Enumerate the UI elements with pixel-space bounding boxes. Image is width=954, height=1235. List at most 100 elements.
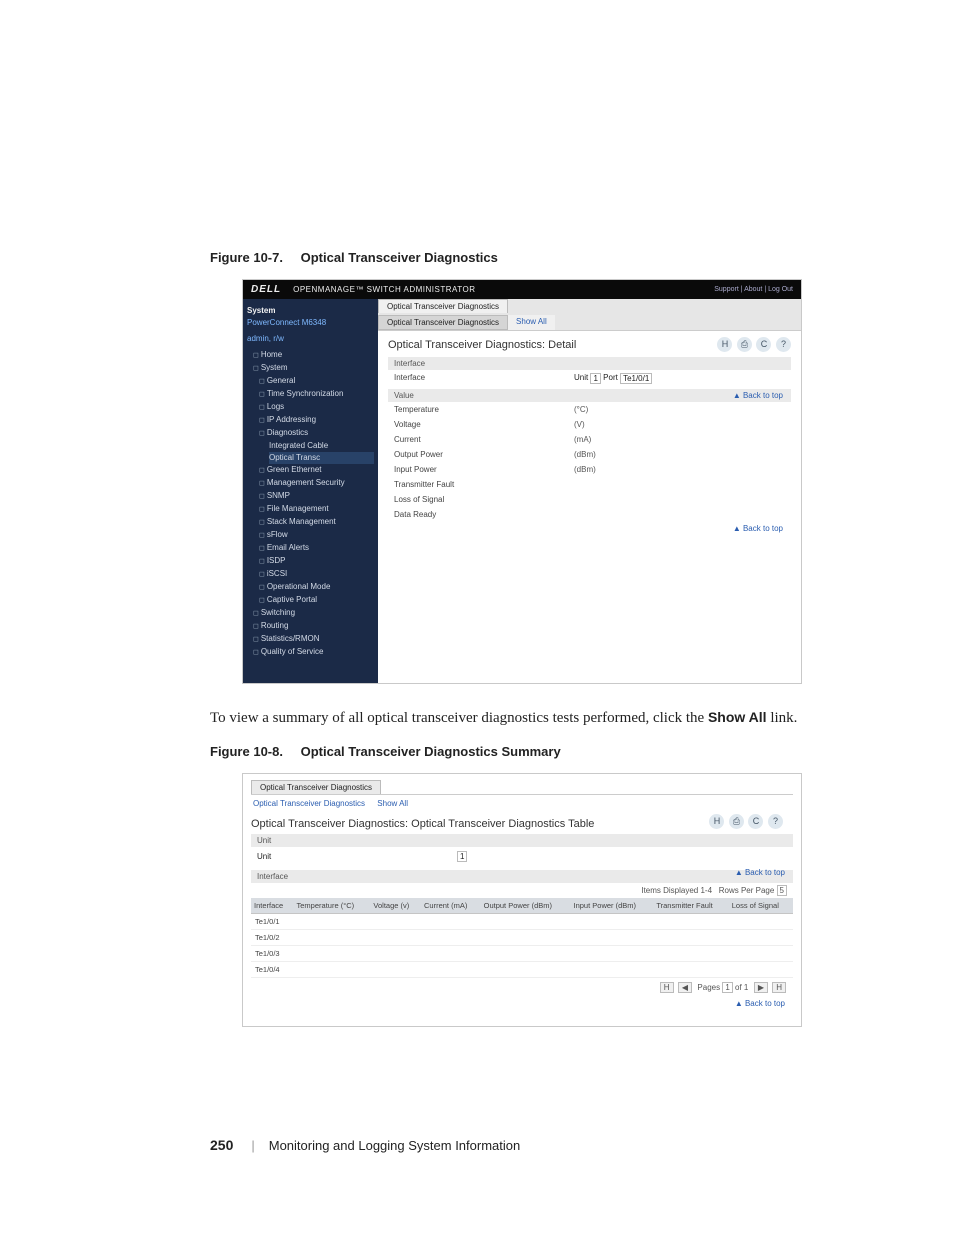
help-icon[interactable]: ? [776,337,791,352]
table-row: Te1/0/2 [251,930,793,946]
save-icon[interactable]: H [709,814,724,829]
pager: H ◀ Pages 1 of 1 ▶ H [251,978,793,997]
fig2-number: Figure 10-8. [210,744,283,759]
nav-diagnostics[interactable]: Diagnostics [259,427,374,440]
refresh-icon[interactable]: C [756,337,771,352]
outpwr-unit: (dBm) [574,450,596,459]
ss2-tabbar: Optical Transceiver Diagnostics [251,780,793,795]
nav-ip[interactable]: IP Addressing [259,414,374,427]
nav-stack-mgmt[interactable]: Stack Management [259,516,374,529]
th-los[interactable]: Loss of Signal [729,898,793,914]
nav-time-sync[interactable]: Time Synchronization [259,388,374,401]
nav-routing[interactable]: Routing [253,620,374,633]
nav-sflow[interactable]: sFlow [259,529,374,542]
nav-integrated-cable[interactable]: Integrated Cable [269,440,374,452]
diagnostics-table: Interface Temperature (°C) Voltage (v) C… [251,898,793,978]
nav-mgmt-sec[interactable]: Management Security [259,477,374,490]
nav-system-title: System [247,305,374,317]
port-select[interactable]: Te1/0/1 [620,373,652,384]
ss2-rows-select[interactable]: 5 [777,885,787,896]
pager-next-icon[interactable]: ▶ [754,982,768,993]
nav-iscsi[interactable]: iSCSI [259,568,374,581]
pager-first-icon[interactable]: H [660,982,674,993]
ss2-unit-row: Unit 1 [251,847,793,866]
voltage-unit: (V) [574,420,585,429]
page-body: Figure 10-7. Optical Transceiver Diagnos… [0,0,954,1233]
help-icon[interactable]: ? [768,814,783,829]
table-row: Te1/0/1 [251,914,793,930]
th-txfault[interactable]: Transmitter Fault [653,898,728,914]
th-outpwr[interactable]: Output Power (dBm) [481,898,571,914]
figure-10-7-caption: Figure 10-7. Optical Transceiver Diagnos… [210,250,834,265]
nav-qos[interactable]: Quality of Service [253,646,374,659]
nav-opmode[interactable]: Operational Mode [259,581,374,594]
outpwr-label: Output Power [394,450,574,459]
nav-file-mgmt[interactable]: File Management [259,503,374,516]
unit-select[interactable]: 1 [590,373,600,384]
fig1-title: Optical Transceiver Diagnostics [301,250,498,265]
nav-captive[interactable]: Captive Portal [259,594,374,607]
tab-primary[interactable]: Optical Transceiver Diagnostics [378,299,508,313]
temp-label: Temperature [394,405,574,414]
current-unit: (mA) [574,435,591,444]
ss2-body: Optical Transceiver Diagnostics Optical … [243,774,801,1026]
pager-pages-label: Pages [697,983,720,992]
nav-optical-transc[interactable]: Optical Transc [269,452,374,464]
ss2-back-2[interactable]: ▲ Back to top [735,999,785,1008]
app-title: OPENMANAGE™ SWITCH ADMINISTRATOR [293,285,475,294]
icon-bar: H ⎙ C ? [715,337,791,352]
th-voltage[interactable]: Voltage (v) [370,898,421,914]
pager-prev-icon[interactable]: ◀ [678,982,692,993]
app-topbar: DELL OPENMANAGE™ SWITCH ADMINISTRATOR Su… [243,280,801,299]
ss2-back-1[interactable]: ▲ Back to top [735,868,785,877]
ss2-subtab-showall[interactable]: Show All [377,799,408,808]
ss2-subtabs: Optical Transceiver Diagnostics Show All [251,797,793,812]
footer-separator: | [251,1138,254,1153]
para-a: To view a summary of all optical transce… [210,710,708,726]
nav-stats[interactable]: Statistics/RMON [253,633,374,646]
back-to-top-1[interactable]: ▲ Back to top [733,391,783,400]
top-links[interactable]: Support | About | Log Out [714,286,793,293]
nav-home[interactable]: Home [253,349,374,362]
pager-page-input[interactable]: 1 [722,982,732,993]
nav-switching[interactable]: Switching [253,607,374,620]
nav-logs[interactable]: Logs [259,401,374,414]
print-icon[interactable]: ⎙ [737,337,752,352]
footer-title: Monitoring and Logging System Informatio… [269,1138,520,1153]
ss2-unit-h: Unit [251,834,793,847]
nav-email[interactable]: Email Alerts [259,542,374,555]
inpwr-unit: (dBm) [574,465,596,474]
cell-iface: Te1/0/2 [251,930,294,946]
cell-iface: Te1/0/3 [251,946,294,962]
back-to-top-2[interactable]: ▲ Back to top [733,524,783,533]
ss2-icon-bar: H ⎙ C ? [707,814,783,829]
page-number: 250 [210,1137,233,1153]
ss2-tab[interactable]: Optical Transceiver Diagnostics [251,780,381,794]
nav-isdp[interactable]: ISDP [259,555,374,568]
ss2-meta: Items Displayed 1-4 Rows Per Page 5 [251,883,793,898]
pager-last-icon[interactable]: H [772,982,786,993]
refresh-icon[interactable]: C [748,814,763,829]
th-current[interactable]: Current (mA) [421,898,481,914]
ss2-subtab-main[interactable]: Optical Transceiver Diagnostics [253,799,365,808]
print-icon[interactable]: ⎙ [729,814,744,829]
fig2-title: Optical Transceiver Diagnostics Summary [301,744,561,759]
th-temp[interactable]: Temperature (°C) [294,898,371,914]
subtab-main[interactable]: Optical Transceiver Diagnostics [378,315,508,330]
nav-system[interactable]: System [253,362,374,375]
nav-green-eth[interactable]: Green Ethernet [259,464,374,477]
nav-snmp[interactable]: SNMP [259,490,374,503]
nav-general[interactable]: General [259,375,374,388]
nav-user: admin, r/w [247,333,374,345]
current-label: Current [394,435,574,444]
subtab-show-all[interactable]: Show All [508,315,555,330]
interface-label: Interface [394,373,574,384]
section-interface: Interface Interface Unit 1 Port Te1/0/1 [388,357,791,387]
ss2-unit-select[interactable]: 1 [457,851,467,862]
th-inpwr[interactable]: Input Power (dBm) [571,898,654,914]
unit-label: Unit [574,373,588,384]
th-interface[interactable]: Interface [251,898,294,914]
section-interface-h: Interface [388,357,791,370]
save-icon[interactable]: H [717,337,732,352]
para-c: link. [767,710,798,726]
